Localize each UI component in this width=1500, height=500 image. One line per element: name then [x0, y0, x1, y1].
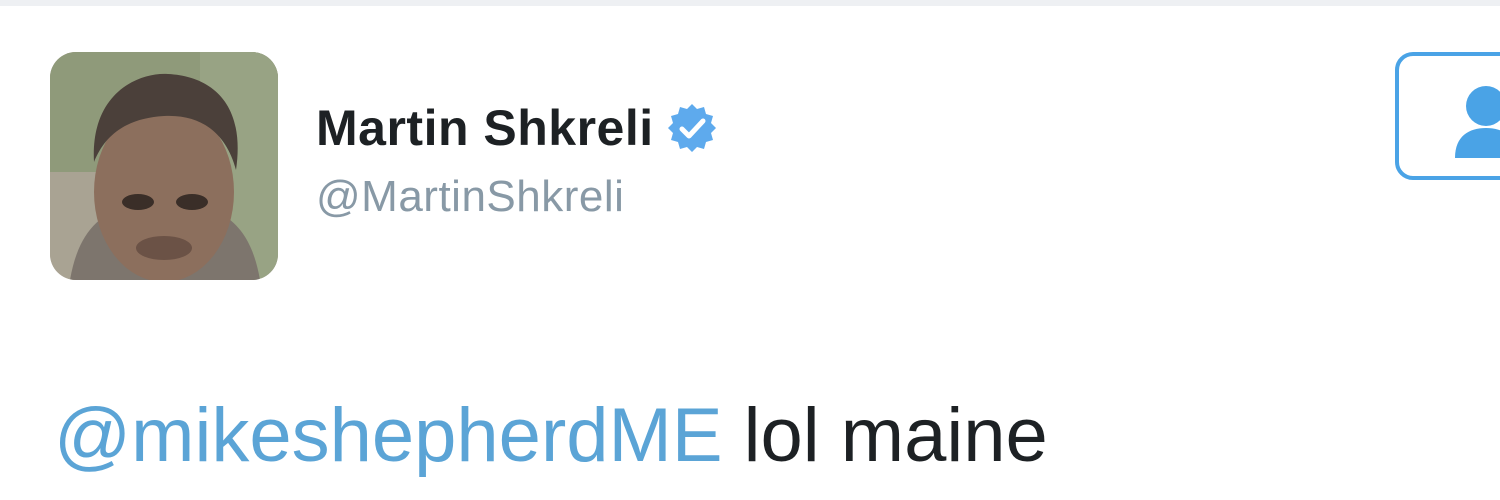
avatar-photo — [50, 52, 278, 280]
author-display-name[interactable]: Martin Shkreli — [316, 99, 654, 157]
tweet-mention-link[interactable]: @mikeshepherdME — [54, 393, 723, 478]
tweet-text: @mikeshepherdME lol maine — [54, 388, 1048, 484]
tweet-body-text: lol maine — [722, 393, 1048, 478]
follow-button[interactable] — [1395, 52, 1500, 180]
top-divider — [0, 0, 1500, 6]
follow-person-icon — [1455, 86, 1500, 158]
author-name-row: Martin Shkreli — [316, 96, 718, 160]
author-avatar[interactable] — [50, 52, 278, 280]
author-handle[interactable]: @MartinShkreli — [316, 172, 624, 222]
verified-badge-icon — [667, 104, 716, 152]
